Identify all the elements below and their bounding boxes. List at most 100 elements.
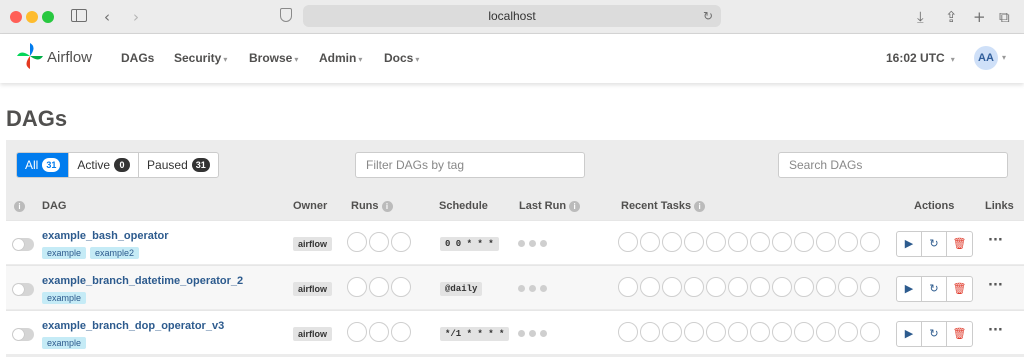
run-state-circle[interactable]: [347, 232, 367, 252]
tag-filter-input[interactable]: Filter DAGs by tag: [355, 152, 585, 178]
run-state-circle[interactable]: [391, 277, 411, 297]
task-state-circle[interactable]: [684, 322, 704, 342]
task-state-circle[interactable]: [816, 322, 836, 342]
task-state-circle[interactable]: [684, 232, 704, 252]
user-avatar[interactable]: AA: [974, 46, 998, 70]
task-state-circle[interactable]: [640, 322, 660, 342]
chevron-down-icon[interactable]: ▾: [1002, 53, 1006, 62]
info-icon[interactable]: i: [569, 200, 581, 212]
minimize-window-button[interactable]: [26, 11, 38, 23]
task-state-circle[interactable]: [662, 277, 682, 297]
reload-icon[interactable]: ↻: [703, 5, 713, 27]
task-state-circle[interactable]: [772, 277, 792, 297]
task-state-circle[interactable]: [706, 232, 726, 252]
task-state-circle[interactable]: [750, 322, 770, 342]
run-state-circle[interactable]: [369, 277, 389, 297]
delete-icon[interactable]: 🗑: [947, 322, 972, 346]
task-state-circle[interactable]: [772, 322, 792, 342]
more-links-icon[interactable]: ···: [988, 323, 1003, 338]
task-state-circle[interactable]: [684, 277, 704, 297]
task-state-circle[interactable]: [838, 232, 858, 252]
task-state-circle[interactable]: [728, 277, 748, 297]
info-icon[interactable]: i: [694, 200, 706, 212]
owner-badge[interactable]: airflow: [293, 282, 333, 296]
owner-badge[interactable]: airflow: [293, 327, 333, 341]
refresh-icon[interactable]: ↻: [922, 232, 947, 256]
nav-security[interactable]: Security ▾: [174, 51, 227, 65]
task-state-circle[interactable]: [728, 322, 748, 342]
task-state-circle[interactable]: [706, 322, 726, 342]
run-state-circle[interactable]: [391, 232, 411, 252]
back-icon[interactable]: ‹: [104, 7, 110, 27]
dag-tag[interactable]: example: [42, 247, 87, 259]
task-state-circle[interactable]: [794, 232, 814, 252]
task-state-circle[interactable]: [816, 232, 836, 252]
maximize-window-button[interactable]: [42, 11, 54, 23]
pause-toggle[interactable]: [12, 283, 34, 296]
privacy-shield-icon[interactable]: [280, 8, 292, 22]
run-state-circle[interactable]: [391, 322, 411, 342]
dag-name-link[interactable]: example_bash_operator: [42, 230, 169, 242]
header-schedule[interactable]: Schedule: [439, 200, 488, 212]
task-state-circle[interactable]: [860, 277, 880, 297]
dag-tag[interactable]: example2: [90, 247, 140, 259]
task-state-circle[interactable]: [640, 277, 660, 297]
task-state-circle[interactable]: [640, 232, 660, 252]
run-state-circle[interactable]: [369, 232, 389, 252]
task-state-circle[interactable]: [838, 322, 858, 342]
trigger-dag-icon[interactable]: ▶: [897, 322, 922, 346]
task-state-circle[interactable]: [618, 277, 638, 297]
trigger-dag-icon[interactable]: ▶: [897, 232, 922, 256]
dag-name-link[interactable]: example_branch_datetime_operator_2: [42, 275, 243, 287]
dag-name-link[interactable]: example_branch_dop_operator_v3: [42, 320, 224, 332]
owner-badge[interactable]: airflow: [293, 237, 333, 251]
task-state-circle[interactable]: [750, 232, 770, 252]
task-state-circle[interactable]: [816, 277, 836, 297]
sidebar-toggle-icon[interactable]: [71, 9, 87, 22]
refresh-icon[interactable]: ↻: [922, 322, 947, 346]
header-info-icon[interactable]: i: [14, 200, 25, 212]
timezone-dropdown[interactable]: 16:02 UTC ▾: [886, 51, 955, 65]
close-window-button[interactable]: [10, 11, 22, 23]
download-icon[interactable]: ⤓: [917, 7, 924, 27]
task-state-circle[interactable]: [662, 232, 682, 252]
run-state-circle[interactable]: [347, 322, 367, 342]
info-icon[interactable]: i: [381, 200, 393, 212]
filter-active-button[interactable]: Active 0: [69, 153, 140, 177]
pause-toggle[interactable]: [12, 238, 34, 251]
task-state-circle[interactable]: [750, 277, 770, 297]
more-links-icon[interactable]: ···: [988, 278, 1003, 293]
dag-tag[interactable]: example: [42, 292, 87, 304]
forward-icon[interactable]: ›: [133, 7, 139, 27]
nav-admin[interactable]: Admin ▾: [319, 51, 362, 65]
task-state-circle[interactable]: [728, 232, 748, 252]
share-icon[interactable]: ⇪: [945, 7, 958, 27]
tab-overview-icon[interactable]: ⧉: [999, 7, 1010, 27]
header-owner[interactable]: Owner: [293, 200, 327, 212]
airflow-logo-icon[interactable]: [15, 41, 45, 71]
task-state-circle[interactable]: [794, 322, 814, 342]
task-state-circle[interactable]: [662, 322, 682, 342]
delete-icon[interactable]: 🗑: [947, 232, 972, 256]
brand-name[interactable]: Airflow: [47, 49, 92, 66]
refresh-icon[interactable]: ↻: [922, 277, 947, 301]
task-state-circle[interactable]: [794, 277, 814, 297]
nav-docs[interactable]: Docs ▾: [384, 51, 419, 65]
run-state-circle[interactable]: [347, 277, 367, 297]
more-links-icon[interactable]: ···: [988, 233, 1003, 248]
header-dag[interactable]: DAG: [42, 200, 66, 212]
pause-toggle[interactable]: [12, 328, 34, 341]
task-state-circle[interactable]: [838, 277, 858, 297]
search-dags-input[interactable]: Search DAGs: [778, 152, 1008, 178]
task-state-circle[interactable]: [618, 322, 638, 342]
filter-all-button[interactable]: All 31: [17, 153, 70, 177]
nav-dags[interactable]: DAGs: [121, 51, 154, 65]
trigger-dag-icon[interactable]: ▶: [897, 277, 922, 301]
task-state-circle[interactable]: [860, 322, 880, 342]
task-state-circle[interactable]: [860, 232, 880, 252]
task-state-circle[interactable]: [706, 277, 726, 297]
delete-icon[interactable]: 🗑: [947, 277, 972, 301]
task-state-circle[interactable]: [772, 232, 792, 252]
filter-paused-button[interactable]: Paused 31: [139, 153, 218, 177]
dag-tag[interactable]: example: [42, 337, 87, 349]
